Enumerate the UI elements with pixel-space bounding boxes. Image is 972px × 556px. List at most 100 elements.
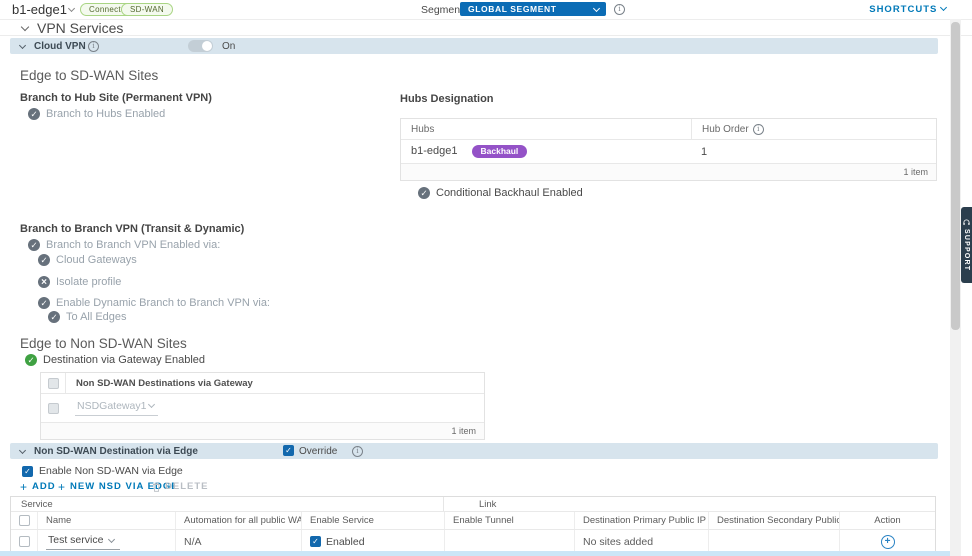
page-title: VPN Services bbox=[37, 20, 123, 36]
destination-via-gateway-label: Destination via Gateway Enabled bbox=[43, 354, 205, 366]
link-group-header: Link bbox=[444, 499, 935, 510]
b2b-enabled-via-label: Branch to Branch VPN Enabled via: bbox=[46, 239, 220, 251]
row-checkbox[interactable] bbox=[48, 403, 59, 414]
chevron-down-icon bbox=[108, 536, 115, 543]
override-checkbox[interactable] bbox=[283, 445, 294, 456]
select-all-checkbox[interactable] bbox=[48, 378, 59, 389]
check-circle-icon bbox=[28, 108, 40, 120]
check-circle-icon bbox=[418, 187, 430, 199]
table-column-header: Name Automation for all public WAN Links… bbox=[11, 511, 935, 529]
enable-nsd-via-edge-item: Enable Non SD-WAN via Edge bbox=[22, 465, 183, 477]
cloud-vpn-section-title: Cloud VPN bbox=[34, 41, 86, 52]
cloud-gateways-item: Cloud Gateways bbox=[38, 254, 137, 266]
hubs-table-footer: 1 item bbox=[401, 163, 936, 180]
b2b-enabled-via-item: Branch to Branch VPN Enabled via: bbox=[28, 239, 220, 251]
collapse-chevron-icon[interactable] bbox=[19, 42, 26, 49]
collapse-chevron-icon[interactable] bbox=[21, 23, 29, 31]
vertical-scrollbar-thumb[interactable] bbox=[951, 22, 960, 330]
table-row[interactable]: Test service N/A Enabled No sites added bbox=[11, 529, 935, 553]
conditional-backhaul-label: Conditional Backhaul Enabled bbox=[436, 187, 583, 199]
edge-to-non-sdwan-heading: Edge to Non SD-WAN Sites bbox=[20, 336, 187, 351]
enable-nsd-label: Enable Non SD-WAN via Edge bbox=[39, 465, 183, 477]
select-all-checkbox[interactable] bbox=[19, 515, 30, 526]
service-name-dropdown[interactable]: Test service bbox=[46, 534, 120, 550]
override-info-icon[interactable] bbox=[352, 446, 363, 457]
page-title-row: VPN Services bbox=[0, 19, 972, 36]
check-circle-icon bbox=[38, 297, 50, 309]
sites-note-cell: No sites added bbox=[574, 530, 708, 553]
plus-icon: + bbox=[58, 482, 66, 492]
support-tab-label: SUPPORT bbox=[963, 229, 970, 271]
table-group-header: Service Link bbox=[11, 497, 935, 511]
table-row[interactable]: b1-edge1 Backhaul 1 bbox=[401, 139, 936, 163]
name-column-header: Name bbox=[37, 512, 175, 529]
chevron-down-icon bbox=[148, 401, 155, 408]
to-all-edges-item: To All Edges bbox=[48, 311, 127, 323]
enable-service-checkbox[interactable] bbox=[310, 536, 321, 547]
table-row[interactable]: NSDGateway1 bbox=[41, 394, 484, 422]
nsd-services-table: Service Link Name Automation for all pub… bbox=[10, 496, 936, 554]
enable-service-column-header: Enable Service bbox=[301, 512, 444, 529]
add-site-circle-plus-icon[interactable] bbox=[881, 535, 895, 549]
edge-to-sdwan-heading: Edge to SD-WAN Sites bbox=[20, 68, 158, 83]
sdwan-type-badge: SD-WAN bbox=[121, 3, 173, 16]
hub-order-cell: 1 bbox=[691, 146, 936, 158]
gateway-destinations-table: Non SD-WAN Destinations via Gateway NSDG… bbox=[40, 372, 485, 440]
gateway-name: NSDGateway1 bbox=[77, 400, 146, 412]
trash-icon bbox=[152, 482, 161, 492]
segment-dropdown[interactable]: GLOBAL SEGMENT bbox=[460, 2, 606, 16]
delete-button[interactable]: DELETE bbox=[152, 481, 208, 492]
service-name: Test service bbox=[48, 534, 103, 546]
gateway-dropdown[interactable]: NSDGateway1 bbox=[75, 400, 158, 416]
chevron-down-icon bbox=[940, 4, 947, 11]
segment-info-icon[interactable] bbox=[614, 4, 625, 15]
automation-cell: N/A bbox=[175, 530, 301, 553]
top-bar: b1-edge1 Connected SD-WAN Segment: GLOBA… bbox=[0, 0, 972, 20]
dynamic-b2b-label: Enable Dynamic Branch to Branch VPN via: bbox=[56, 297, 270, 309]
to-all-edges-label: To All Edges bbox=[66, 311, 127, 323]
branch-to-hub-subheading: Branch to Hub Site (Permanent VPN) bbox=[20, 92, 212, 104]
branch-to-hubs-enabled-label: Branch to Hubs Enabled bbox=[46, 108, 165, 120]
add-button[interactable]: + ADD bbox=[20, 481, 56, 492]
gateway-column-header: Non SD-WAN Destinations via Gateway bbox=[66, 378, 253, 389]
segment-dropdown-value: GLOBAL SEGMENT bbox=[468, 4, 557, 14]
hub-name: b1-edge1 bbox=[411, 145, 458, 157]
cross-circle-icon bbox=[38, 276, 50, 288]
edge-name: b1-edge1 bbox=[12, 2, 67, 17]
collapse-chevron-icon[interactable] bbox=[19, 447, 26, 454]
action-column-header: Action bbox=[839, 512, 935, 529]
branch-to-branch-subheading: Branch to Branch VPN (Transit & Dynamic) bbox=[20, 223, 244, 235]
shortcuts-menu[interactable]: SHORTCUTS bbox=[869, 4, 946, 15]
destination-via-gateway-item: Destination via Gateway Enabled bbox=[25, 354, 205, 366]
isolate-profile-item: Isolate profile bbox=[38, 276, 121, 288]
branch-to-hubs-enabled-item: Branch to Hubs Enabled bbox=[28, 108, 165, 120]
hub-order-label: Hub Order bbox=[702, 124, 749, 135]
row-checkbox[interactable] bbox=[19, 536, 30, 547]
hub-order-info-icon[interactable] bbox=[753, 124, 764, 135]
hub-order-column-header: Hub Order bbox=[691, 119, 936, 139]
nsd-via-edge-section-title: Non SD-WAN Destination via Edge bbox=[34, 446, 198, 457]
delete-button-label: DELETE bbox=[165, 481, 208, 492]
gateway-table-header: Non SD-WAN Destinations via Gateway bbox=[41, 373, 484, 394]
override-label: Override bbox=[299, 446, 337, 457]
dest-secondary-column-header: Destination Secondary Public IP bbox=[708, 512, 839, 529]
cloud-vpn-toggle[interactable] bbox=[188, 40, 213, 52]
isolate-profile-label: Isolate profile bbox=[56, 276, 121, 288]
check-circle-icon bbox=[48, 311, 60, 323]
chevron-down-icon bbox=[593, 5, 600, 12]
headset-icon bbox=[963, 219, 970, 226]
edge-name-chevron-down-icon[interactable] bbox=[68, 5, 75, 12]
enable-nsd-checkbox[interactable] bbox=[22, 466, 33, 477]
automation-column-header: Automation for all public WAN Links bbox=[175, 512, 301, 529]
gateway-table-footer: 1 item bbox=[41, 422, 484, 439]
check-circle-icon bbox=[38, 254, 50, 266]
backhaul-badge: Backhaul bbox=[472, 145, 528, 158]
hubs-column-header: Hubs bbox=[401, 124, 691, 135]
support-tab[interactable]: SUPPORT bbox=[961, 207, 972, 283]
cloud-vpn-info-icon[interactable] bbox=[88, 41, 99, 52]
cloud-vpn-toggle-state: On bbox=[222, 41, 235, 52]
hub-cell: b1-edge1 Backhaul bbox=[401, 145, 691, 158]
nsd-via-edge-section-bar: Non SD-WAN Destination via Edge Override bbox=[10, 443, 938, 459]
enable-tunnel-column-header: Enable Tunnel bbox=[444, 512, 574, 529]
cloud-gateways-label: Cloud Gateways bbox=[56, 254, 137, 266]
